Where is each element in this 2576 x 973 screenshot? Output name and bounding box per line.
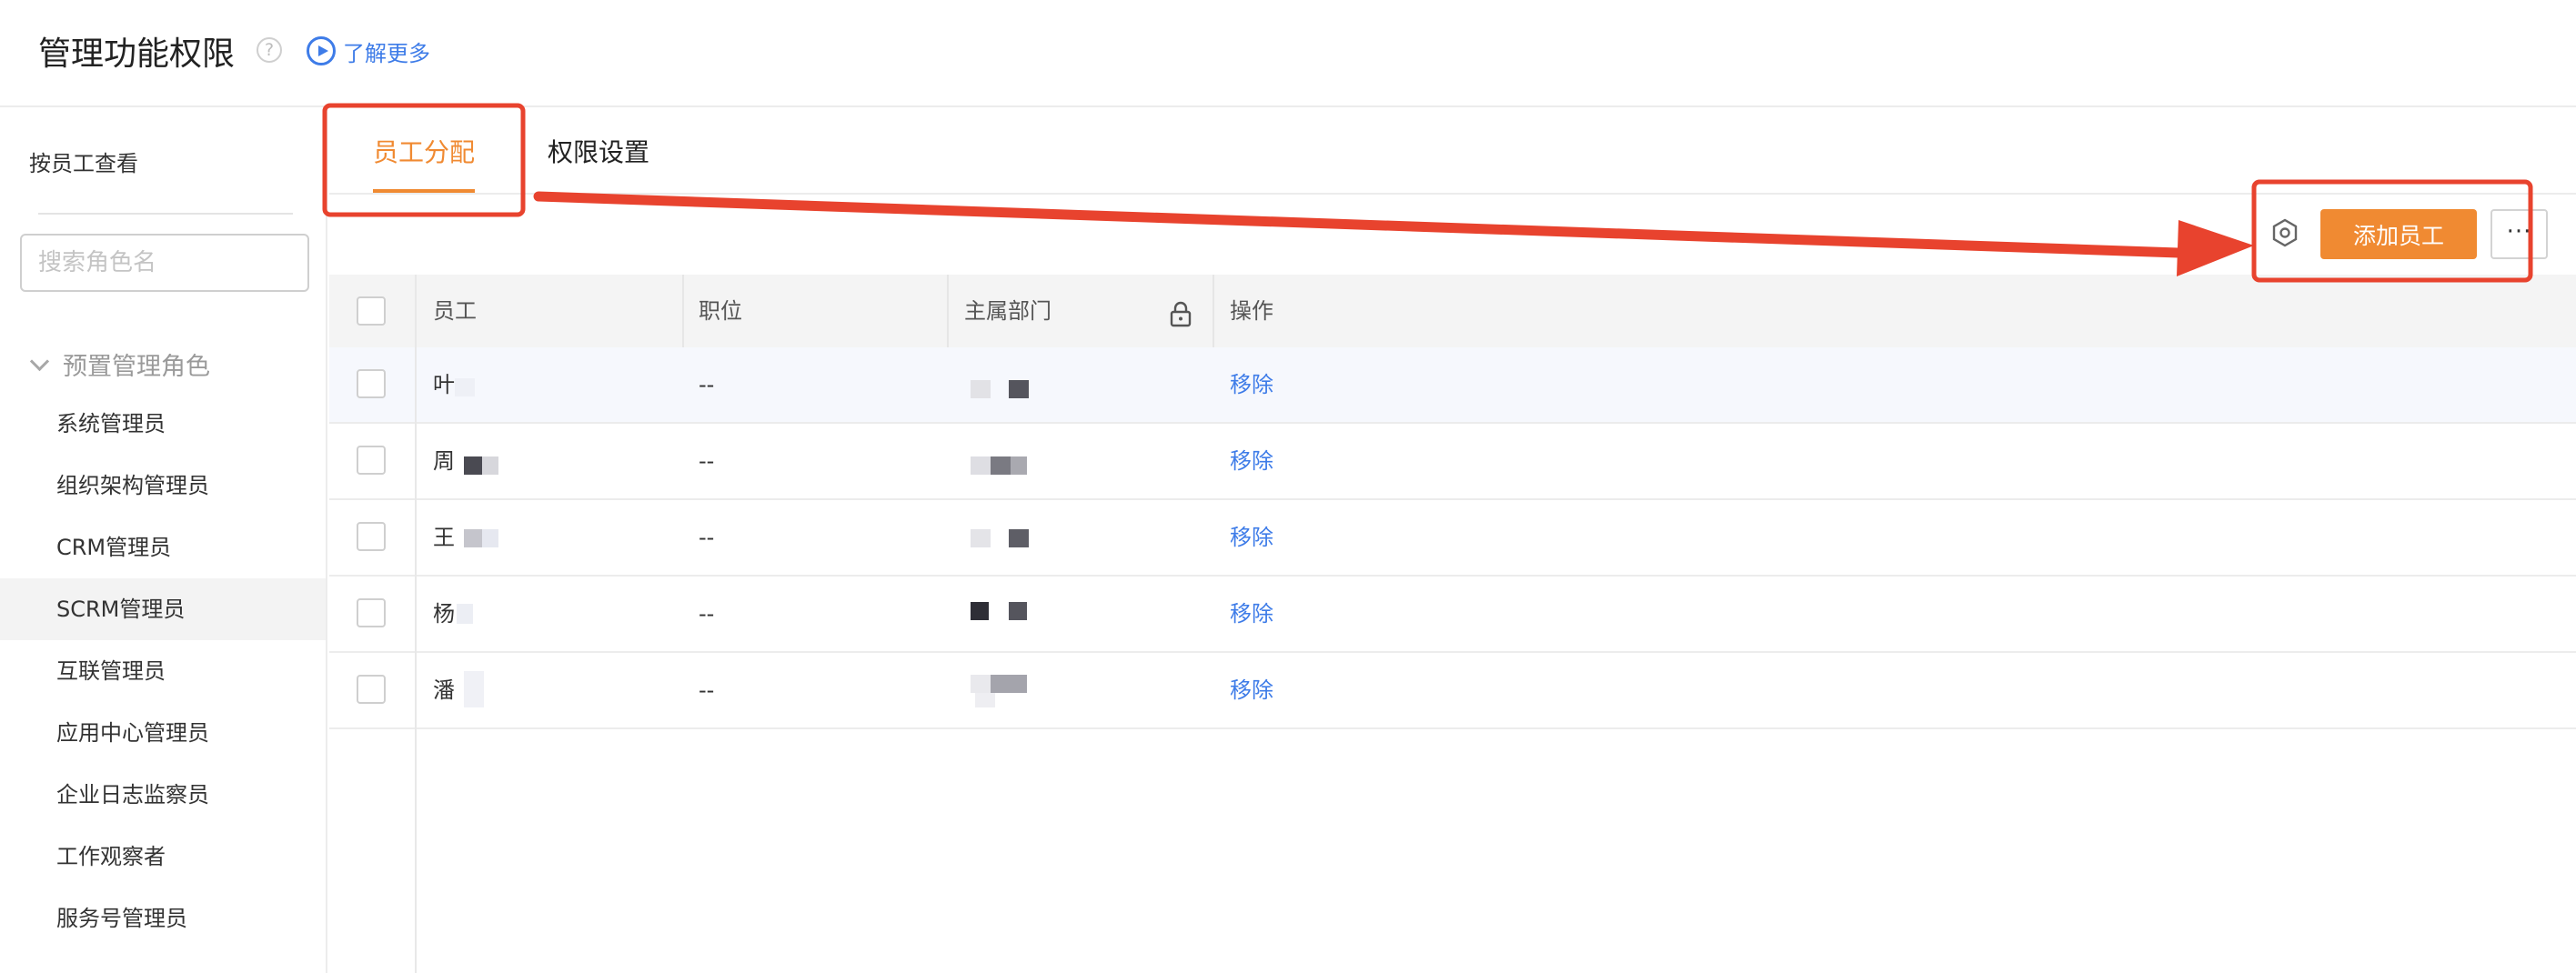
table-header: 员工 职位 主属部门 操作 xyxy=(329,275,2576,347)
employee-name: 周 xyxy=(433,448,455,474)
hexagon-gear-icon[interactable] xyxy=(2271,218,2299,247)
column-header-department: 主属部门 xyxy=(964,298,1052,324)
employee-name: 杨 xyxy=(433,601,455,627)
row-checkbox[interactable] xyxy=(357,522,386,551)
redacted-department xyxy=(971,456,991,475)
learn-more-link[interactable]: 了解更多 xyxy=(307,35,430,67)
row-checkbox[interactable] xyxy=(357,369,386,398)
page-header: 管理功能权限 ? 了解更多 xyxy=(0,0,2576,107)
tab-employee-assignment[interactable]: 员工分配 xyxy=(373,133,475,169)
redacted-department xyxy=(971,602,989,620)
redacted-name xyxy=(457,604,473,624)
column-header-position: 职位 xyxy=(699,298,742,324)
redacted-department xyxy=(1009,529,1029,547)
chevron-down-icon xyxy=(29,351,50,371)
column-separator xyxy=(682,275,684,347)
employee-position: -- xyxy=(699,601,715,627)
role-item-selected[interactable]: SCRM管理员 xyxy=(0,578,326,640)
column-separator xyxy=(947,275,949,347)
role-list: 系统管理员 组织架构管理员 CRM管理员 SCRM管理员 互联管理员 应用中心管… xyxy=(0,393,326,949)
redacted-name xyxy=(482,456,498,475)
column-header-employee: 员工 xyxy=(433,298,477,324)
redacted-department xyxy=(975,693,995,707)
remove-link[interactable]: 移除 xyxy=(1230,653,1273,727)
column-header-actions: 操作 xyxy=(1230,298,1273,324)
annotation-arrow-shaft xyxy=(533,191,2184,258)
remove-link[interactable]: 移除 xyxy=(1230,500,1273,575)
employee-position: -- xyxy=(699,448,715,474)
row-checkbox[interactable] xyxy=(357,675,386,704)
role-item[interactable]: 工作观察者 xyxy=(0,826,326,888)
play-circle-icon xyxy=(307,36,336,65)
table-row[interactable]: 杨 -- 移除 xyxy=(329,577,2576,653)
remove-link[interactable]: 移除 xyxy=(1230,424,1273,498)
sidebar-divider xyxy=(38,213,293,215)
employee-position: -- xyxy=(699,525,715,550)
table-row[interactable]: 叶 -- 移除 xyxy=(329,347,2576,424)
remove-link[interactable]: 移除 xyxy=(1230,577,1273,651)
role-item[interactable]: 互联管理员 xyxy=(0,640,326,702)
redacted-name xyxy=(455,378,475,396)
redacted-department xyxy=(971,380,991,398)
learn-more-label: 了解更多 xyxy=(343,40,430,66)
question-circle-icon[interactable]: ? xyxy=(257,37,282,63)
redacted-department xyxy=(991,675,1027,693)
redacted-department xyxy=(991,456,1011,475)
role-search-input[interactable] xyxy=(20,234,309,292)
table-row[interactable]: 王 -- 移除 xyxy=(329,500,2576,577)
role-group-header[interactable]: 预置管理角色 xyxy=(27,346,210,382)
annotation-arrow-head xyxy=(2177,220,2254,276)
sidebar: 按员工查看 预置管理角色 系统管理员 组织架构管理员 CRM管理员 SCRM管理… xyxy=(0,107,327,973)
table-row[interactable]: 潘 -- 移除 xyxy=(329,653,2576,729)
role-item[interactable]: 企业日志监察员 xyxy=(0,764,326,826)
page-title: 管理功能权限 xyxy=(38,35,236,73)
employee-position: -- xyxy=(699,677,715,703)
select-all-checkbox[interactable] xyxy=(357,296,386,326)
role-group-label: 预置管理角色 xyxy=(63,352,210,381)
redacted-name xyxy=(482,529,498,547)
role-item[interactable]: 服务号管理员 xyxy=(0,888,326,949)
role-item[interactable]: 组织架构管理员 xyxy=(0,455,326,517)
tabs-divider xyxy=(329,193,2576,195)
more-options-button[interactable]: ··· xyxy=(2490,209,2548,259)
view-by-employee-link[interactable]: 按员工查看 xyxy=(29,145,138,177)
row-checkbox[interactable] xyxy=(357,446,386,475)
redacted-name xyxy=(464,456,482,475)
row-checkbox[interactable] xyxy=(357,598,386,627)
employee-name: 叶 xyxy=(433,372,455,397)
role-item[interactable]: CRM管理员 xyxy=(0,517,326,578)
role-item[interactable]: 应用中心管理员 xyxy=(0,702,326,764)
checkbox-column-divider xyxy=(415,275,417,973)
remove-link[interactable]: 移除 xyxy=(1230,347,1273,422)
redacted-department xyxy=(1009,602,1027,620)
role-item[interactable]: 系统管理员 xyxy=(0,393,326,455)
redacted-department xyxy=(1011,456,1027,475)
table-row[interactable]: 周 -- 移除 xyxy=(329,424,2576,500)
redacted-department xyxy=(971,529,991,547)
employee-table: 员工 职位 主属部门 操作 叶 -- 移除 周 -- 移除 王 -- 移除 杨 … xyxy=(329,275,2576,973)
redacted-department xyxy=(971,675,991,693)
column-separator xyxy=(1213,275,1214,347)
employee-position: -- xyxy=(699,372,715,397)
employee-name: 王 xyxy=(433,525,455,550)
redacted-name xyxy=(464,529,482,547)
lock-icon[interactable] xyxy=(1168,300,1193,327)
redacted-department xyxy=(1009,380,1029,398)
employee-name: 潘 xyxy=(433,677,455,703)
tab-permission-settings[interactable]: 权限设置 xyxy=(548,133,649,169)
redacted-name xyxy=(464,671,484,707)
add-employee-button[interactable]: 添加员工 xyxy=(2320,209,2477,259)
